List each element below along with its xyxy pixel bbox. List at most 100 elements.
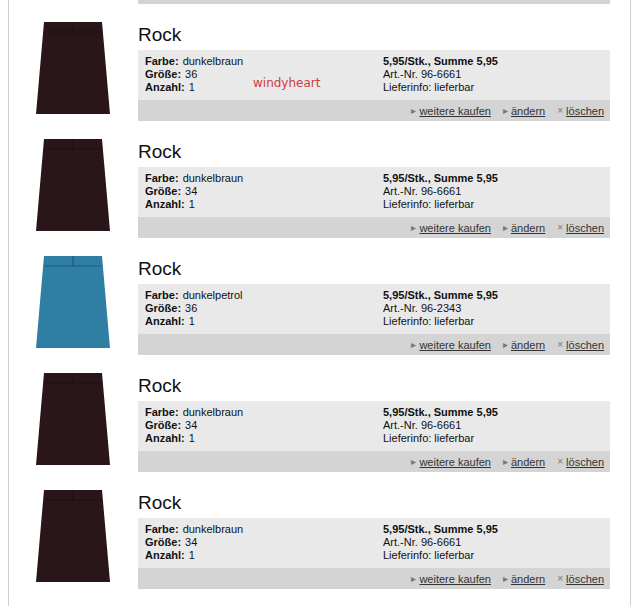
action-link[interactable]: ▸ändern (503, 339, 545, 351)
action-link[interactable]: ▸weitere kaufen (411, 222, 491, 234)
size-line: Größe:34 (145, 536, 383, 549)
action-link[interactable]: ×löschen (557, 573, 604, 585)
price: 5,95/Stk., Summe 5,95 (383, 406, 603, 419)
image-cell (9, 486, 138, 589)
item-title: Rock (138, 374, 610, 398)
color-line: Farbe:dunkelbraun (145, 406, 383, 419)
action-icon: × (557, 456, 563, 467)
action-bar: ▸weitere kaufen ▸ändern ×löschen (138, 568, 610, 589)
watermark: windyheart (253, 77, 320, 90)
item-content: Rock Farbe:dunkelpetrolGröße:36Anzahl:15,… (138, 257, 610, 355)
color-line: Farbe:dunkelbraun (145, 523, 383, 536)
color-line: Farbe:dunkelbraun (145, 172, 383, 185)
item-title: Rock (138, 257, 610, 281)
article-number: Art.-Nr. 96-6661 (383, 536, 603, 549)
quantity-line: Anzahl:1 (145, 432, 383, 445)
action-link[interactable]: ×löschen (557, 456, 604, 468)
delivery-info: Lieferinfo: lieferbar (383, 198, 603, 211)
action-link[interactable]: ×löschen (557, 222, 604, 234)
cart-item: Rock Farbe:dunkelbraunGröße:34Anzahl:15,9… (9, 121, 630, 238)
price: 5,95/Stk., Summe 5,95 (383, 172, 603, 185)
price-info: 5,95/Stk., Summe 5,95Art.-Nr. 96-6661Lie… (383, 172, 603, 212)
action-link[interactable]: ▸weitere kaufen (411, 339, 491, 351)
action-link[interactable]: ▸ändern (503, 456, 545, 468)
item-content: RockFarbe:dunkelbraunGröße:34Anzahl:15,9… (138, 491, 610, 589)
action-bar: ▸weitere kaufen ▸ändern ×löschen (138, 100, 610, 121)
quantity-line: Anzahl:1 (145, 198, 383, 211)
item-details: Farbe:dunkelpetrolGröße:36Anzahl:15,95/S… (138, 284, 610, 334)
attributes: Farbe:dunkelbraunGröße:34Anzahl:1 (145, 406, 383, 446)
action-icon: × (557, 573, 563, 584)
item-title: Rock (138, 23, 610, 47)
price: 5,95/Stk., Summe 5,95 (383, 55, 603, 68)
item-content: Rock Farbe:dunkelbraunGröße:34Anzahl:15,9… (138, 140, 610, 238)
image-cell (9, 252, 138, 355)
article-number: Art.-Nr. 96-6661 (383, 185, 603, 198)
action-icon: ▸ (411, 339, 416, 350)
action-icon: ▸ (411, 573, 416, 584)
delivery-info: Lieferinfo: lieferbar (383, 315, 603, 328)
price-info: 5,95/Stk., Summe 5,95Art.-Nr. 96-6661Lie… (383, 55, 603, 95)
action-link[interactable]: ▸ändern (503, 222, 545, 234)
article-number: Art.-Nr. 96-2343 (383, 302, 603, 315)
action-icon: ▸ (503, 105, 508, 116)
action-link[interactable]: ×löschen (557, 339, 604, 351)
item-title: Rock (138, 140, 610, 164)
delivery-info: Lieferinfo: lieferbar (383, 432, 603, 445)
action-link[interactable]: ▸ändern (503, 105, 545, 117)
action-link[interactable]: ▸ändern (503, 573, 545, 585)
cart: RockFarbe:dunkelbraunGröße:36Anzahl:15,9… (8, 0, 631, 606)
action-link[interactable]: ×löschen (557, 105, 604, 117)
cart-item: Rock Farbe:dunkelbraunGröße:34Anzahl:15,9… (9, 355, 630, 472)
action-icon: ▸ (411, 105, 416, 116)
action-bar: ▸weitere kaufen ▸ändern ×löschen (138, 451, 610, 472)
price: 5,95/Stk., Summe 5,95 (383, 289, 603, 302)
cart-item: RockFarbe:dunkelbraunGröße:34Anzahl:15,9… (9, 472, 630, 589)
image-cell (9, 18, 138, 121)
quantity-line: Anzahl:1 (145, 315, 383, 328)
cart-item: Rock Farbe:dunkelpetrolGröße:36Anzahl:15,… (9, 238, 630, 355)
image-cell (9, 135, 138, 238)
image-cell (9, 369, 138, 472)
product-image (30, 252, 118, 352)
color-line: Farbe:dunkelbraun (145, 55, 383, 68)
attributes: Farbe:dunkelpetrolGröße:36Anzahl:1 (145, 289, 383, 329)
action-icon: × (557, 222, 563, 233)
article-number: Art.-Nr. 96-6661 (383, 419, 603, 432)
price: 5,95/Stk., Summe 5,95 (383, 523, 603, 536)
product-image (30, 135, 118, 235)
size-line: Größe:34 (145, 419, 383, 432)
attributes: Farbe:dunkelbraunGröße:34Anzahl:1 (145, 523, 383, 563)
item-details: Farbe:dunkelbraunGröße:34Anzahl:15,95/St… (138, 167, 610, 217)
item-content: Rock Farbe:dunkelbraunGröße:34Anzahl:15,9… (138, 374, 610, 472)
action-icon: ▸ (503, 339, 508, 350)
action-bar: ▸weitere kaufen ▸ändern ×löschen (138, 334, 610, 355)
attributes: Farbe:dunkelbraunGröße:34Anzahl:1 (145, 172, 383, 212)
action-icon: ▸ (503, 222, 508, 233)
action-icon: × (557, 339, 563, 350)
top-strip (138, 0, 610, 4)
action-icon: ▸ (411, 222, 416, 233)
product-image (30, 369, 118, 469)
action-link[interactable]: ▸weitere kaufen (411, 456, 491, 468)
product-image (30, 18, 118, 118)
item-details: Farbe:dunkelbraunGröße:34Anzahl:15,95/St… (138, 518, 610, 568)
item-content: Rock Farbe:dunkelbraunGröße:36Anzahl:15,9… (138, 23, 610, 121)
action-icon: ▸ (503, 456, 508, 467)
action-bar: ▸weitere kaufen ▸ändern ×löschen (138, 217, 610, 238)
action-icon: × (557, 105, 563, 116)
action-link[interactable]: ▸weitere kaufen (411, 573, 491, 585)
cart-item: Rock Farbe:dunkelbraunGröße:36Anzahl:15,9… (9, 4, 630, 121)
item-details: Farbe:dunkelbraunGröße:36Anzahl:15,95/St… (138, 50, 610, 100)
price-info: 5,95/Stk., Summe 5,95Art.-Nr. 96-6661Lie… (383, 523, 603, 563)
size-line: Größe:36 (145, 302, 383, 315)
action-icon: ▸ (503, 573, 508, 584)
size-line: Größe:34 (145, 185, 383, 198)
color-line: Farbe:dunkelpetrol (145, 289, 383, 302)
item-details: Farbe:dunkelbraunGröße:34Anzahl:15,95/St… (138, 401, 610, 451)
quantity-line: Anzahl:1 (145, 549, 383, 562)
price-info: 5,95/Stk., Summe 5,95Art.-Nr. 96-6661Lie… (383, 406, 603, 446)
action-link[interactable]: ▸weitere kaufen (411, 105, 491, 117)
delivery-info: Lieferinfo: lieferbar (383, 549, 603, 562)
price-info: 5,95/Stk., Summe 5,95Art.-Nr. 96-2343Lie… (383, 289, 603, 329)
